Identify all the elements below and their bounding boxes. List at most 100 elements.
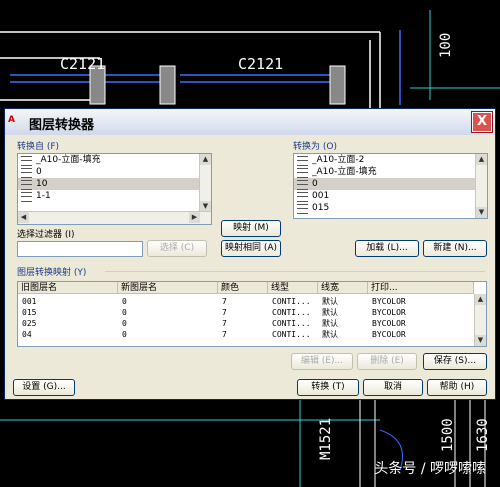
delete-button[interactable]: 删除 (E) <box>357 353 417 370</box>
save-button[interactable]: 保存 (S)... <box>423 353 487 370</box>
table-cell: 0 <box>122 297 127 306</box>
source-layers-label: 转换自 (F) <box>17 142 60 152</box>
column-header-lineweight[interactable]: 线宽 <box>318 282 368 294</box>
mapping-label: 图层转换映射 (Y) <box>17 268 87 278</box>
close-button[interactable]: X <box>472 112 492 132</box>
table-row[interactable]: 04 0 7 CONTI... 默认 BYCOLOR <box>18 329 475 340</box>
table-cell: 001 <box>22 297 37 306</box>
table-cell: BYCOLOR <box>372 319 406 328</box>
cad-dim-1630: 1630 <box>475 418 491 452</box>
list-item[interactable]: 1-1 <box>18 190 211 202</box>
target-vertical-scrollbar[interactable]: ▲ ▼ <box>475 154 487 218</box>
source-vertical-scrollbar[interactable]: ▲ ▼ <box>199 154 211 212</box>
column-header-linetype[interactable]: 线型 <box>268 282 318 294</box>
table-cell: BYCOLOR <box>372 330 406 339</box>
group-divider <box>105 271 485 272</box>
watermark-text: 头条号 / 啰啰嗦嗦 <box>374 461 486 477</box>
layer-icon <box>21 180 32 190</box>
mapping-table[interactable]: 旧图层名 新图层名 颜色 线型 线宽 打印... 001 0 7 CONTI... 默认… <box>17 281 487 347</box>
list-item[interactable]: 0 <box>294 178 487 190</box>
settings-button[interactable]: 设置 (G)... <box>13 379 75 396</box>
layer-icon <box>297 168 308 178</box>
layer-icon <box>297 180 308 190</box>
table-cell: 015 <box>22 308 37 317</box>
cad-dim-door: M1521 <box>318 417 334 460</box>
table-cell: CONTI... <box>272 297 311 306</box>
cad-dim-1500: 1500 <box>440 418 456 452</box>
cancel-button[interactable]: 取消 <box>363 379 423 396</box>
layer-icon <box>297 156 308 166</box>
scroll-up-icon[interactable]: ▲ <box>476 154 487 165</box>
cad-dim-right: C2121 <box>238 55 284 73</box>
table-cell: 025 <box>22 319 37 328</box>
list-item-label: _A10-立面-填充 <box>312 167 377 177</box>
table-cell: 默认 <box>322 308 338 317</box>
layer-icon <box>297 204 308 214</box>
layer-translator-dialog: A 图层转换器 X 转换自 (F) _A10-立面-填充 0 10 1-1 ▲ … <box>4 108 496 400</box>
table-row[interactable]: 001 0 7 CONTI... 默认 BYCOLOR <box>18 296 475 307</box>
scroll-right-icon[interactable]: ▶ <box>189 212 200 223</box>
scroll-down-icon[interactable]: ▼ <box>475 335 486 346</box>
list-item-label: 0 <box>312 179 318 189</box>
layer-icon <box>297 192 308 202</box>
list-item[interactable]: _A10-立面-填充 <box>294 166 487 178</box>
target-layer-list[interactable]: _A10-立面-2 _A10-立面-填充 0 001 015 ▲ ▼ <box>293 153 488 219</box>
edit-button[interactable]: 编辑 (E)... <box>291 353 353 370</box>
convert-button[interactable]: 转换 (T) <box>297 379 359 396</box>
list-item[interactable]: 0 <box>18 166 211 178</box>
list-item-label: 001 <box>312 191 330 201</box>
list-item[interactable]: 015 <box>294 202 487 214</box>
list-item-label: 10 <box>36 179 48 189</box>
new-button[interactable]: 新建 (N)... <box>423 240 487 257</box>
table-row[interactable]: 015 0 7 CONTI... 默认 BYCOLOR <box>18 307 475 318</box>
map-same-button[interactable]: 映射相同 (A) <box>221 240 281 257</box>
dialog-title: 图层转换器 <box>29 118 95 133</box>
table-cell: CONTI... <box>272 319 311 328</box>
list-item[interactable]: _A10-立面-填充 <box>18 154 211 166</box>
table-cell: BYCOLOR <box>372 297 406 306</box>
dialog-titlebar[interactable]: A 图层转换器 X <box>5 109 495 135</box>
help-button[interactable]: 帮助 (H) <box>427 379 487 396</box>
mapping-vertical-scrollbar[interactable]: ▲ ▼ <box>474 294 486 346</box>
map-button[interactable]: 映射 (M) <box>221 220 281 237</box>
scroll-up-icon[interactable]: ▲ <box>475 294 486 305</box>
list-item[interactable]: 10 <box>18 178 211 190</box>
column-header-old[interactable]: 旧图层名 <box>18 282 118 294</box>
list-item-label: _A10-立面-2 <box>312 155 365 165</box>
list-item[interactable]: 001 <box>294 190 487 202</box>
table-cell: 0 <box>122 308 127 317</box>
scroll-down-icon[interactable]: ▼ <box>476 207 487 218</box>
source-layer-list[interactable]: _A10-立面-填充 0 10 1-1 ▲ ▼ ◀ ▶ <box>17 153 212 225</box>
filter-input[interactable] <box>17 241 143 257</box>
table-cell: 7 <box>222 308 227 317</box>
column-header-plot[interactable]: 打印... <box>368 282 474 294</box>
table-cell: CONTI... <box>272 308 311 317</box>
list-item-label: _A10-立面-填充 <box>36 155 101 165</box>
target-layers-label: 转换为 (O) <box>293 142 337 152</box>
column-header-color[interactable]: 颜色 <box>218 282 268 294</box>
table-cell: 0 <box>122 319 127 328</box>
table-cell: 7 <box>222 319 227 328</box>
list-item[interactable]: _A10-立面-2 <box>294 154 487 166</box>
table-row[interactable]: 025 0 7 CONTI... 默认 BYCOLOR <box>18 318 475 329</box>
table-cell: CONTI... <box>272 330 311 339</box>
source-horizontal-scrollbar[interactable]: ◀ ▶ <box>18 211 211 224</box>
table-cell: 04 <box>22 330 32 339</box>
cad-dim-top-right: 100 <box>438 32 454 58</box>
column-header-new[interactable]: 新图层名 <box>118 282 218 294</box>
cad-dim-left: C2121 <box>60 55 106 73</box>
select-button[interactable]: 选择 (C) <box>147 240 207 257</box>
scroll-up-icon[interactable]: ▲ <box>200 154 211 165</box>
list-item-label: 015 <box>312 203 330 213</box>
table-cell: 默认 <box>322 297 338 306</box>
table-cell: 7 <box>222 330 227 339</box>
layer-icon <box>21 156 32 166</box>
list-item-label: 0 <box>36 167 42 177</box>
table-cell: 默认 <box>322 330 338 339</box>
table-cell: 0 <box>122 330 127 339</box>
list-item-label: 1-1 <box>36 191 51 201</box>
scroll-left-icon[interactable]: ◀ <box>18 212 29 223</box>
load-button[interactable]: 加载 (L)... <box>355 240 419 257</box>
layer-icon <box>21 168 32 178</box>
table-cell: 7 <box>222 297 227 306</box>
